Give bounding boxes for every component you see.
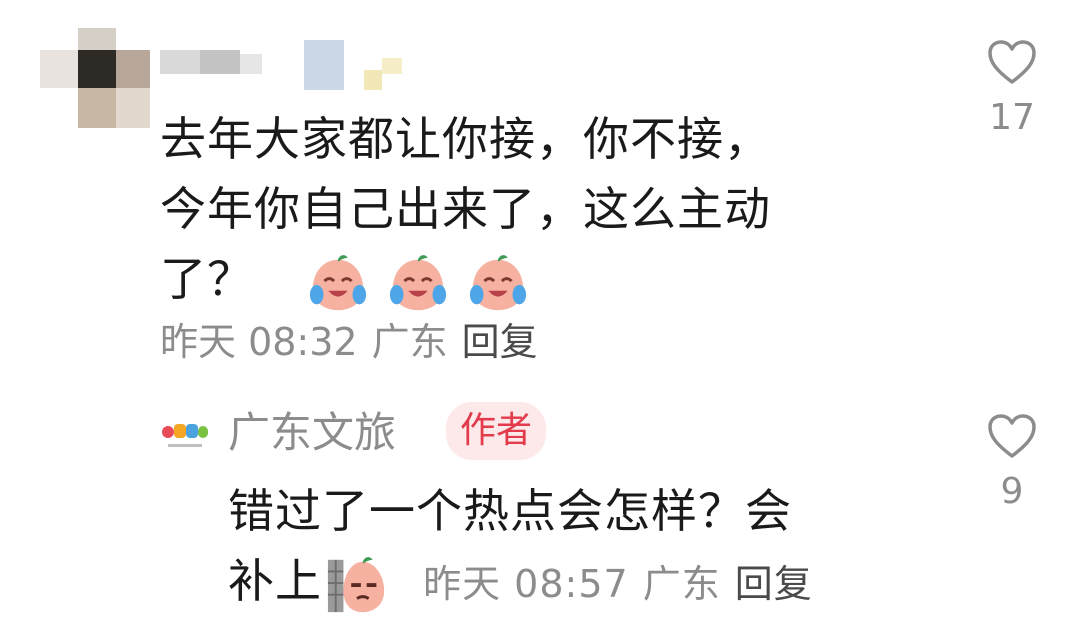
like-column: 9 — [982, 412, 1042, 512]
author-avatar[interactable] — [160, 412, 210, 456]
comment-text-line: 了？ — [160, 244, 920, 314]
comment-text-line: 补上 昨天 08:57 广东 回复 — [228, 546, 948, 616]
reply-button[interactable]: 回复 — [462, 320, 538, 364]
like-column: 17 — [982, 38, 1042, 138]
comment-text-line: 错过了一个热点会怎样？会 — [228, 484, 792, 538]
comment-time: 昨天 08:57 — [423, 562, 629, 606]
comment-text-line: 去年大家都让你接，你不接， — [160, 112, 771, 166]
reply-button[interactable]: 回复 — [735, 562, 813, 606]
author-name[interactable]: 广东文旅 — [228, 408, 396, 458]
comment-meta: 昨天 08:32 广东 回复 — [160, 320, 552, 364]
like-count: 9 — [1000, 471, 1024, 512]
guangdong-wenlv-logo-icon — [160, 412, 210, 456]
heart-icon[interactable] — [986, 412, 1038, 460]
user-avatar[interactable] — [40, 28, 150, 128]
comment-2-author-reply: 广东文旅 作者 错过了一个热点会怎样？会 补上 昨天 08:57 广东 回复 9 — [0, 390, 1080, 632]
peeking-peach-emoji — [327, 556, 385, 612]
crying-laughing-peach-emoji — [389, 254, 446, 310]
comment-text-line: 今年你自己出来了，这么主动 — [160, 182, 771, 236]
comment-text: 错过了一个热点会怎样？会 补上 昨天 08:57 广东 回复 — [228, 476, 948, 616]
comment-meta: 昨天 08:57 广东 回复 — [410, 562, 827, 606]
heart-icon[interactable] — [986, 38, 1038, 86]
author-badge: 作者 — [446, 402, 547, 460]
comment-location: 广东 — [642, 562, 721, 606]
comment-text: 去年大家都让你接，你不接， 今年你自己出来了，这么主动 了？ — [160, 104, 920, 314]
crying-laughing-peach-emoji — [310, 254, 367, 310]
crying-laughing-peach-emoji — [469, 254, 526, 310]
comment-time: 昨天 08:32 — [160, 320, 358, 364]
like-count: 17 — [989, 97, 1035, 138]
comment-location: 广东 — [371, 320, 448, 364]
username-blurred[interactable] — [160, 40, 410, 90]
comment-1: 去年大家都让你接，你不接， 今年你自己出来了，这么主动 了？ 昨天 08:32 … — [0, 0, 1080, 380]
